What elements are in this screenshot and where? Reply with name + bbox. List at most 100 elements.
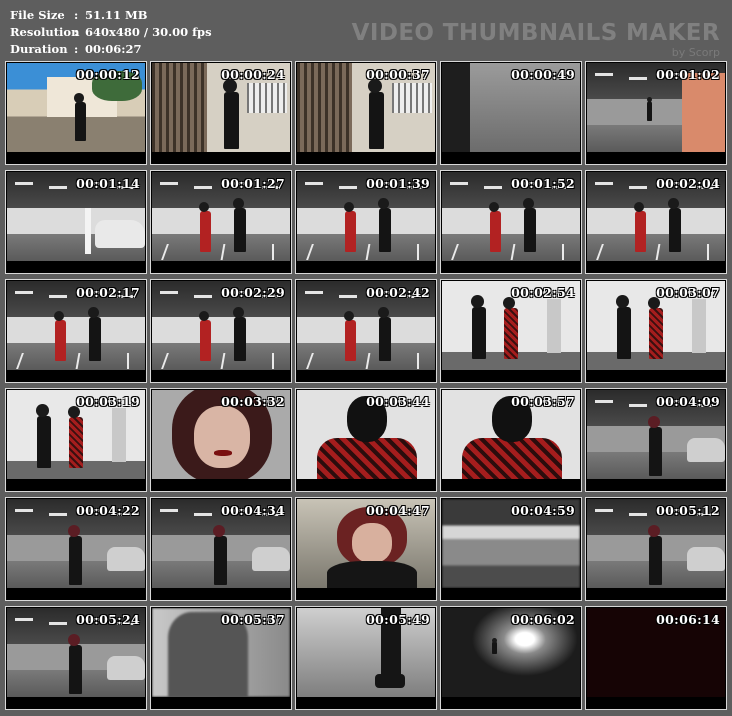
car [687,547,725,571]
figure-body [234,316,246,361]
figure-body [345,211,356,252]
thumbnail-cell: 00:02:42 [295,279,437,383]
figure-body [200,211,211,252]
timestamp: 00:06:14 [656,612,720,627]
ceiling-light [15,509,33,512]
thumbnail-cell: 00:03:19 [5,388,147,492]
timestamp: 00:02:04 [656,176,720,191]
colon: : [74,24,79,39]
ceiling-light [629,186,647,189]
sheet-header: File Size : 51.11 MB Resolution : 640x48… [0,0,732,60]
thumbnail-cell: 00:05:12 [585,497,727,601]
resolution-value: 640x480 / 30.00 fps [85,24,212,39]
figure-body [234,207,246,252]
thumbnail-cell: 00:02:29 [150,279,292,383]
ceiling-light [160,291,178,294]
figure-body [472,306,487,359]
thumbnail-cell: 00:04:34 [150,497,292,601]
timestamp: 00:02:54 [511,285,575,300]
thumbnail-cell: 00:03:57 [440,388,582,492]
ceiling-light [160,509,178,512]
wall [152,207,290,235]
parking-line [562,244,564,260]
ceiling-light [194,513,212,516]
figure-body [649,426,663,476]
thumbnail-cell: 00:00:12 [5,61,147,165]
timestamp: 00:03:19 [76,394,140,409]
timestamp: 00:00:37 [366,67,430,82]
timestamp: 00:05:49 [366,612,430,627]
fence [392,83,432,113]
parking-line [707,244,709,260]
figure-head [199,202,209,212]
timestamp: 00:03:44 [366,394,430,409]
car [95,220,145,248]
figure-body [635,211,646,252]
figure-body [69,417,83,468]
figure-head [199,311,209,321]
duration-label: Duration [10,41,68,56]
figure-body [55,320,66,361]
duration-value: 00:06:27 [85,41,142,56]
timestamp: 00:02:29 [221,285,285,300]
wall [152,316,290,344]
figure-head [212,525,225,537]
figure-body [89,316,101,361]
figure-head [522,198,534,209]
thumbnail-cell: 00:06:14 [585,606,727,710]
thumbnail-cell: 00:06:02 [440,606,582,710]
figure-head [647,525,660,537]
brand-title: VIDEO THUMBNAILS MAKER [351,20,720,46]
timestamp: 00:00:49 [511,67,575,82]
figure-head [74,93,84,103]
thumbnail-cell: 00:02:04 [585,170,727,274]
timestamp: 00:01:14 [76,176,140,191]
wall [7,316,145,344]
video-info: File Size : 51.11 MB Resolution : 640x48… [10,6,212,57]
figure-head [634,202,644,212]
figure-body [37,415,52,468]
boot-foot [375,674,405,688]
plaid-shirt [462,438,562,479]
file-size-label: File Size [10,7,65,22]
timestamp: 00:00:12 [76,67,140,82]
thumbnail-cell: 00:02:54 [440,279,582,383]
thumbnail-cell: 00:04:47 [295,497,437,601]
figure-head [647,416,660,428]
car [107,547,145,571]
thumbnail-cell: 00:00:49 [440,61,582,165]
parking-line [417,244,419,260]
ceiling-light [49,295,67,298]
figure-body [69,535,83,585]
timestamp: 00:05:24 [76,612,140,627]
gate [152,63,207,152]
thumbnail-cell: 00:04:59 [440,497,582,601]
thumbnail-cell: 00:01:39 [295,170,437,274]
file-size-value: 51.11 MB [85,7,148,22]
resolution-row: Resolution : 640x480 / 30.00 fps [10,23,212,40]
colon: : [74,41,79,56]
thumbnail-cell: 00:01:02 [585,61,727,165]
face [194,406,250,468]
ceiling-light [339,295,357,298]
thumbnail-cell: 00:01:14 [5,170,147,274]
colon: : [74,7,79,22]
thumbnail-cell: 00:03:07 [585,279,727,383]
thumbnail-cell: 00:01:27 [150,170,292,274]
figure-head [344,311,354,321]
shadow [442,63,470,152]
thumbnail-cell: 00:05:24 [5,606,147,710]
timestamp: 00:02:42 [366,285,430,300]
figure-head [470,295,484,308]
ceiling-light [595,509,613,512]
thumbnail-cell: 00:05:37 [150,606,292,710]
gate [297,63,352,152]
timestamp: 00:04:59 [511,503,575,518]
thumbnail-cell: 00:05:49 [295,606,437,710]
figure-body [524,207,536,252]
ceiling-light [339,186,357,189]
thumbnail-cell: 00:03:44 [295,388,437,492]
figure-head [35,404,49,417]
timestamp: 00:06:02 [511,612,575,627]
ceiling-light [49,622,67,625]
